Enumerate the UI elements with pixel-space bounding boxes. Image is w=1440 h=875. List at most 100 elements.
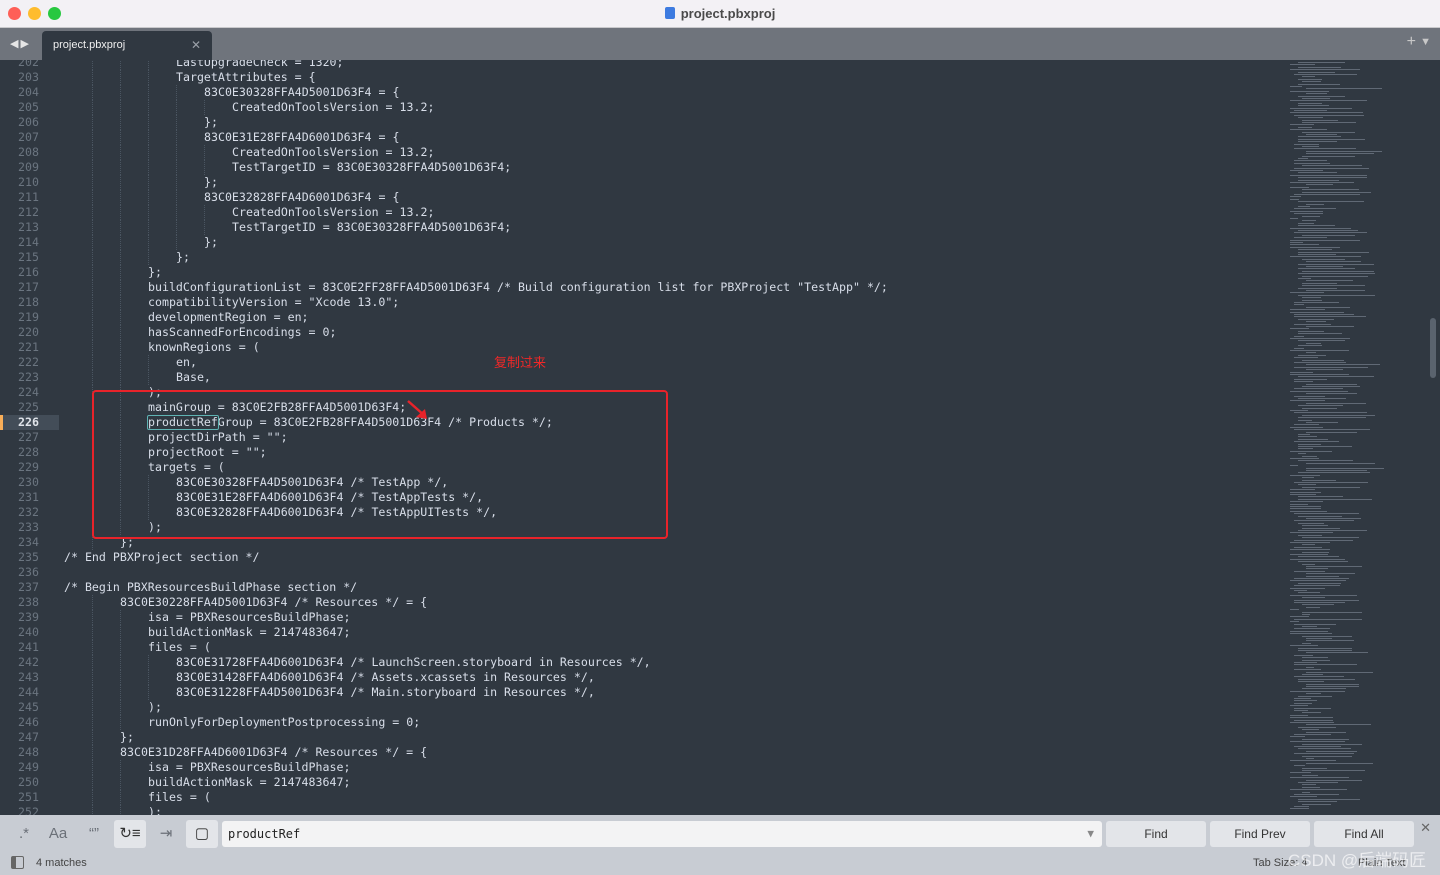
minimap-line	[1298, 438, 1328, 440]
minimap-line	[1294, 599, 1359, 601]
minimap-line	[1290, 69, 1360, 71]
minimap-line	[1302, 455, 1317, 457]
minimap-line	[1306, 467, 1384, 469]
indent-guide	[148, 250, 149, 265]
code-text: en,	[176, 355, 197, 369]
vertical-scrollbar[interactable]	[1430, 318, 1436, 378]
code-line: 235 /* End PBXProject section */	[0, 550, 1280, 565]
minimap-line	[1298, 206, 1310, 207]
close-tab-icon[interactable]: ✕	[191, 38, 201, 52]
minimap-line	[1298, 405, 1343, 407]
minimap-line	[1302, 119, 1339, 121]
indent-guide	[92, 160, 93, 175]
indent-guide	[120, 250, 121, 265]
code-text: TargetAttributes = {	[176, 70, 316, 84]
minimap-line	[1306, 462, 1376, 464]
sidebar-toggle-icon[interactable]	[11, 856, 24, 869]
code-text: isa = PBXResourcesBuildPhase;	[148, 610, 351, 624]
code-text: 83C0E30228FFA4D5001D63F4 /* Resources */…	[120, 595, 428, 609]
indent-guide	[120, 790, 121, 805]
whole-word-toggle[interactable]: “”	[78, 820, 110, 848]
minimap-line	[1290, 458, 1320, 459]
minimap-line	[1298, 419, 1313, 421]
watermark: CSDN @后端码匠	[1288, 851, 1427, 870]
indent-guide	[92, 685, 93, 700]
tab-nav-arrows[interactable]: ◀▶	[10, 37, 31, 50]
wrap-toggle[interactable]: ↻≡	[114, 820, 146, 848]
minimap-line	[1294, 429, 1371, 431]
minimap-line	[1290, 350, 1349, 351]
minimap-line	[1298, 158, 1308, 159]
minimap-line	[1294, 381, 1314, 383]
minimap-line	[1290, 621, 1300, 623]
tab-project-pbxproj[interactable]: project.pbxproj ✕	[42, 31, 212, 60]
minimap-line	[1298, 172, 1337, 174]
indent-guide	[148, 670, 149, 685]
minimap-line	[1290, 503, 1309, 505]
minimap-line	[1290, 705, 1309, 707]
find-all-button[interactable]: Find All	[1314, 821, 1414, 847]
indent-guide	[120, 235, 121, 250]
minimap-line	[1302, 803, 1332, 805]
minimap-line	[1290, 292, 1324, 294]
line-number: 250	[18, 775, 39, 789]
minimap-line	[1306, 280, 1353, 282]
line-number: 249	[18, 760, 39, 774]
indent-guide	[120, 325, 121, 340]
indent-guide	[92, 625, 93, 640]
minimap-line	[1298, 177, 1368, 179]
regex-toggle[interactable]: .*	[8, 820, 40, 848]
code-text: 83C0E31728FFA4D6001D63F4 /* LaunchScreen…	[176, 655, 651, 669]
in-selection-toggle[interactable]: ⇥	[150, 820, 182, 848]
minimap-line	[1302, 537, 1359, 539]
minimap-line	[1306, 575, 1339, 577]
code-text: };	[204, 235, 218, 249]
code-line: 247};	[0, 730, 1280, 745]
minimap-line	[1306, 369, 1343, 371]
indent-guide	[92, 775, 93, 790]
find-button[interactable]: Find	[1106, 821, 1206, 847]
find-history-dropdown-icon[interactable]: ▼	[1087, 821, 1094, 847]
minimap-line	[1306, 266, 1344, 267]
minimap-line	[1294, 335, 1304, 337]
line-number: 237	[18, 580, 39, 594]
minimap-line	[1298, 498, 1373, 500]
minimap-line	[1302, 155, 1355, 157]
file-icon	[664, 7, 675, 19]
line-number: 208	[18, 145, 39, 159]
find-input[interactable]: productRef ▼	[222, 821, 1102, 847]
code-line: 206};	[0, 115, 1280, 130]
code-text: };	[204, 175, 218, 189]
indent-guide	[176, 115, 177, 130]
highlight-matches-toggle[interactable]: ▢	[186, 820, 218, 848]
minimap-line	[1294, 676, 1345, 678]
close-find-panel-icon[interactable]: ✕	[1420, 820, 1431, 836]
minimap-line	[1290, 609, 1299, 611]
indent-guide	[148, 70, 149, 85]
tab-list-dropdown-icon[interactable]: ▼	[1420, 36, 1431, 48]
find-prev-button[interactable]: Find Prev	[1210, 821, 1310, 847]
minimap-line	[1290, 532, 1333, 534]
case-sensitive-toggle[interactable]: Aa	[42, 820, 74, 848]
line-number: 204	[18, 85, 39, 99]
minimap-line	[1290, 760, 1337, 762]
minimap-line	[1290, 186, 1309, 188]
indent-guide	[92, 85, 93, 100]
minimap-line	[1290, 410, 1308, 411]
indent-guide	[148, 160, 149, 175]
minimap-line	[1290, 338, 1350, 339]
minimap-line	[1298, 141, 1337, 143]
minimap-line	[1298, 83, 1341, 85]
new-tab-icon[interactable]: +	[1407, 33, 1416, 51]
indent-guide	[204, 160, 205, 175]
minimap-line	[1290, 558, 1346, 560]
minimap-line	[1290, 741, 1346, 743]
code-line: 203 TargetAttributes = {	[0, 70, 1280, 85]
code-line: 208 CreatedOnToolsVersion = 13.2;	[0, 145, 1280, 160]
minimap[interactable]	[1288, 60, 1428, 815]
line-number: 244	[18, 685, 39, 699]
minimap-line	[1294, 208, 1337, 210]
minimap-line	[1298, 102, 1323, 104]
indent-guide	[92, 100, 93, 115]
code-editor[interactable]: 252); 251 files = (250 buildActionMask = 21…	[0, 60, 1440, 815]
